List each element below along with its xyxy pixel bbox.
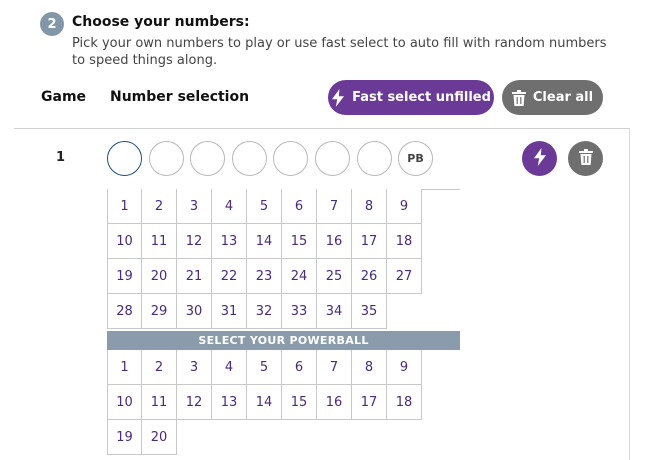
clear-all-label: Clear all [532,90,594,105]
number-cell[interactable]: 23 [247,259,282,294]
row-fast-select-button[interactable] [522,141,557,176]
powerball-number-cell[interactable]: 8 [352,350,387,385]
selected-number-slot-6[interactable] [315,141,350,176]
fast-select-unfilled-label: Fast select unfilled [352,90,491,105]
powerball-number-cell[interactable]: 18 [387,385,422,420]
number-cell[interactable]: 32 [247,294,282,329]
powerball-number-cell[interactable]: 6 [282,350,317,385]
number-cell[interactable]: 28 [107,294,142,329]
lightning-icon [331,88,345,107]
powerball-number-cell[interactable]: 4 [212,350,247,385]
number-cell[interactable]: 6 [282,189,317,224]
trash-icon [578,148,593,169]
number-cell[interactable]: 30 [177,294,212,329]
selected-number-slot-4[interactable] [232,141,267,176]
step-title: Choose your numbers: [72,14,250,30]
number-cell[interactable]: 35 [352,294,387,329]
selected-number-slot-1[interactable] [107,141,142,176]
number-cell[interactable]: 24 [282,259,317,294]
powerball-number-cell[interactable]: 16 [317,385,352,420]
number-cell[interactable]: 20 [142,259,177,294]
powerball-number-cell[interactable]: 20 [142,420,177,455]
powerball-number-cell[interactable]: 15 [282,385,317,420]
number-cell[interactable]: 15 [282,224,317,259]
step-number-badge: 2 [40,12,64,36]
powerball-number-cell[interactable]: 14 [247,385,282,420]
number-cell[interactable]: 33 [282,294,317,329]
number-cell[interactable]: 1 [107,189,142,224]
game-row-index: 1 [56,150,66,165]
clear-all-button[interactable]: Clear all [502,80,603,115]
number-cell[interactable]: 22 [212,259,247,294]
panel-right-border [629,128,630,460]
row-clear-button[interactable] [568,141,603,176]
number-cell[interactable]: 9 [387,189,422,224]
number-selection-column-header: Number selection [110,89,250,105]
number-cell[interactable]: 11 [142,224,177,259]
lightning-icon [533,147,547,170]
powerball-number-cell[interactable]: 2 [142,350,177,385]
powerball-number-cell[interactable]: 13 [212,385,247,420]
number-cell[interactable]: 26 [352,259,387,294]
fast-select-unfilled-button[interactable]: Fast select unfilled [328,80,494,115]
number-cell[interactable]: 7 [317,189,352,224]
number-cell[interactable]: 27 [387,259,422,294]
powerball-section-heading: SELECT YOUR POWERBALL [107,331,460,350]
number-cell[interactable]: 34 [317,294,352,329]
number-cell[interactable]: 17 [352,224,387,259]
header-divider [14,128,630,129]
number-cell[interactable]: 3 [177,189,212,224]
number-cell[interactable]: 4 [212,189,247,224]
step-description: Pick your own numbers to play or use fas… [72,36,607,68]
number-cell[interactable]: 25 [317,259,352,294]
powerball-number-cell[interactable]: 5 [247,350,282,385]
powerball-slot[interactable]: PB [398,141,433,176]
game-column-header: Game [41,89,87,105]
powerball-number-cell[interactable]: 7 [317,350,352,385]
number-cell[interactable]: 12 [177,224,212,259]
number-cell[interactable]: 13 [212,224,247,259]
selected-number-slot-5[interactable] [273,141,308,176]
powerball-number-cell[interactable]: 10 [107,385,142,420]
number-cell[interactable]: 5 [247,189,282,224]
powerball-number-cell[interactable]: 1 [107,350,142,385]
powerball-number-cell[interactable]: 9 [387,350,422,385]
powerball-number-cell[interactable]: 17 [352,385,387,420]
number-cell[interactable]: 2 [142,189,177,224]
number-cell[interactable]: 10 [107,224,142,259]
powerball-number-cell[interactable]: 19 [107,420,142,455]
selected-number-slot-3[interactable] [190,141,225,176]
number-cell[interactable]: 19 [107,259,142,294]
number-cell[interactable]: 18 [387,224,422,259]
powerball-number-cell[interactable]: 11 [142,385,177,420]
number-cell[interactable]: 8 [352,189,387,224]
selected-number-slot-7[interactable] [357,141,392,176]
number-cell[interactable]: 29 [142,294,177,329]
powerball-number-cell[interactable]: 12 [177,385,212,420]
number-cell[interactable]: 16 [317,224,352,259]
main-number-grid: 1 2 3 4 5 6 7 8 9 10 11 12 13 14 15 16 17 18 19 20 21 22 23 24 2… [107,189,422,329]
selected-number-slot-2[interactable] [149,141,184,176]
number-cell[interactable]: 31 [212,294,247,329]
powerball-number-cell[interactable]: 3 [177,350,212,385]
powerball-number-grid: 1 2 3 4 5 6 7 8 9 10 11 12 13 14 15 16 17 18 19 20 [107,350,422,455]
number-cell[interactable]: 21 [177,259,212,294]
number-cell[interactable]: 14 [247,224,282,259]
trash-icon [511,89,526,106]
